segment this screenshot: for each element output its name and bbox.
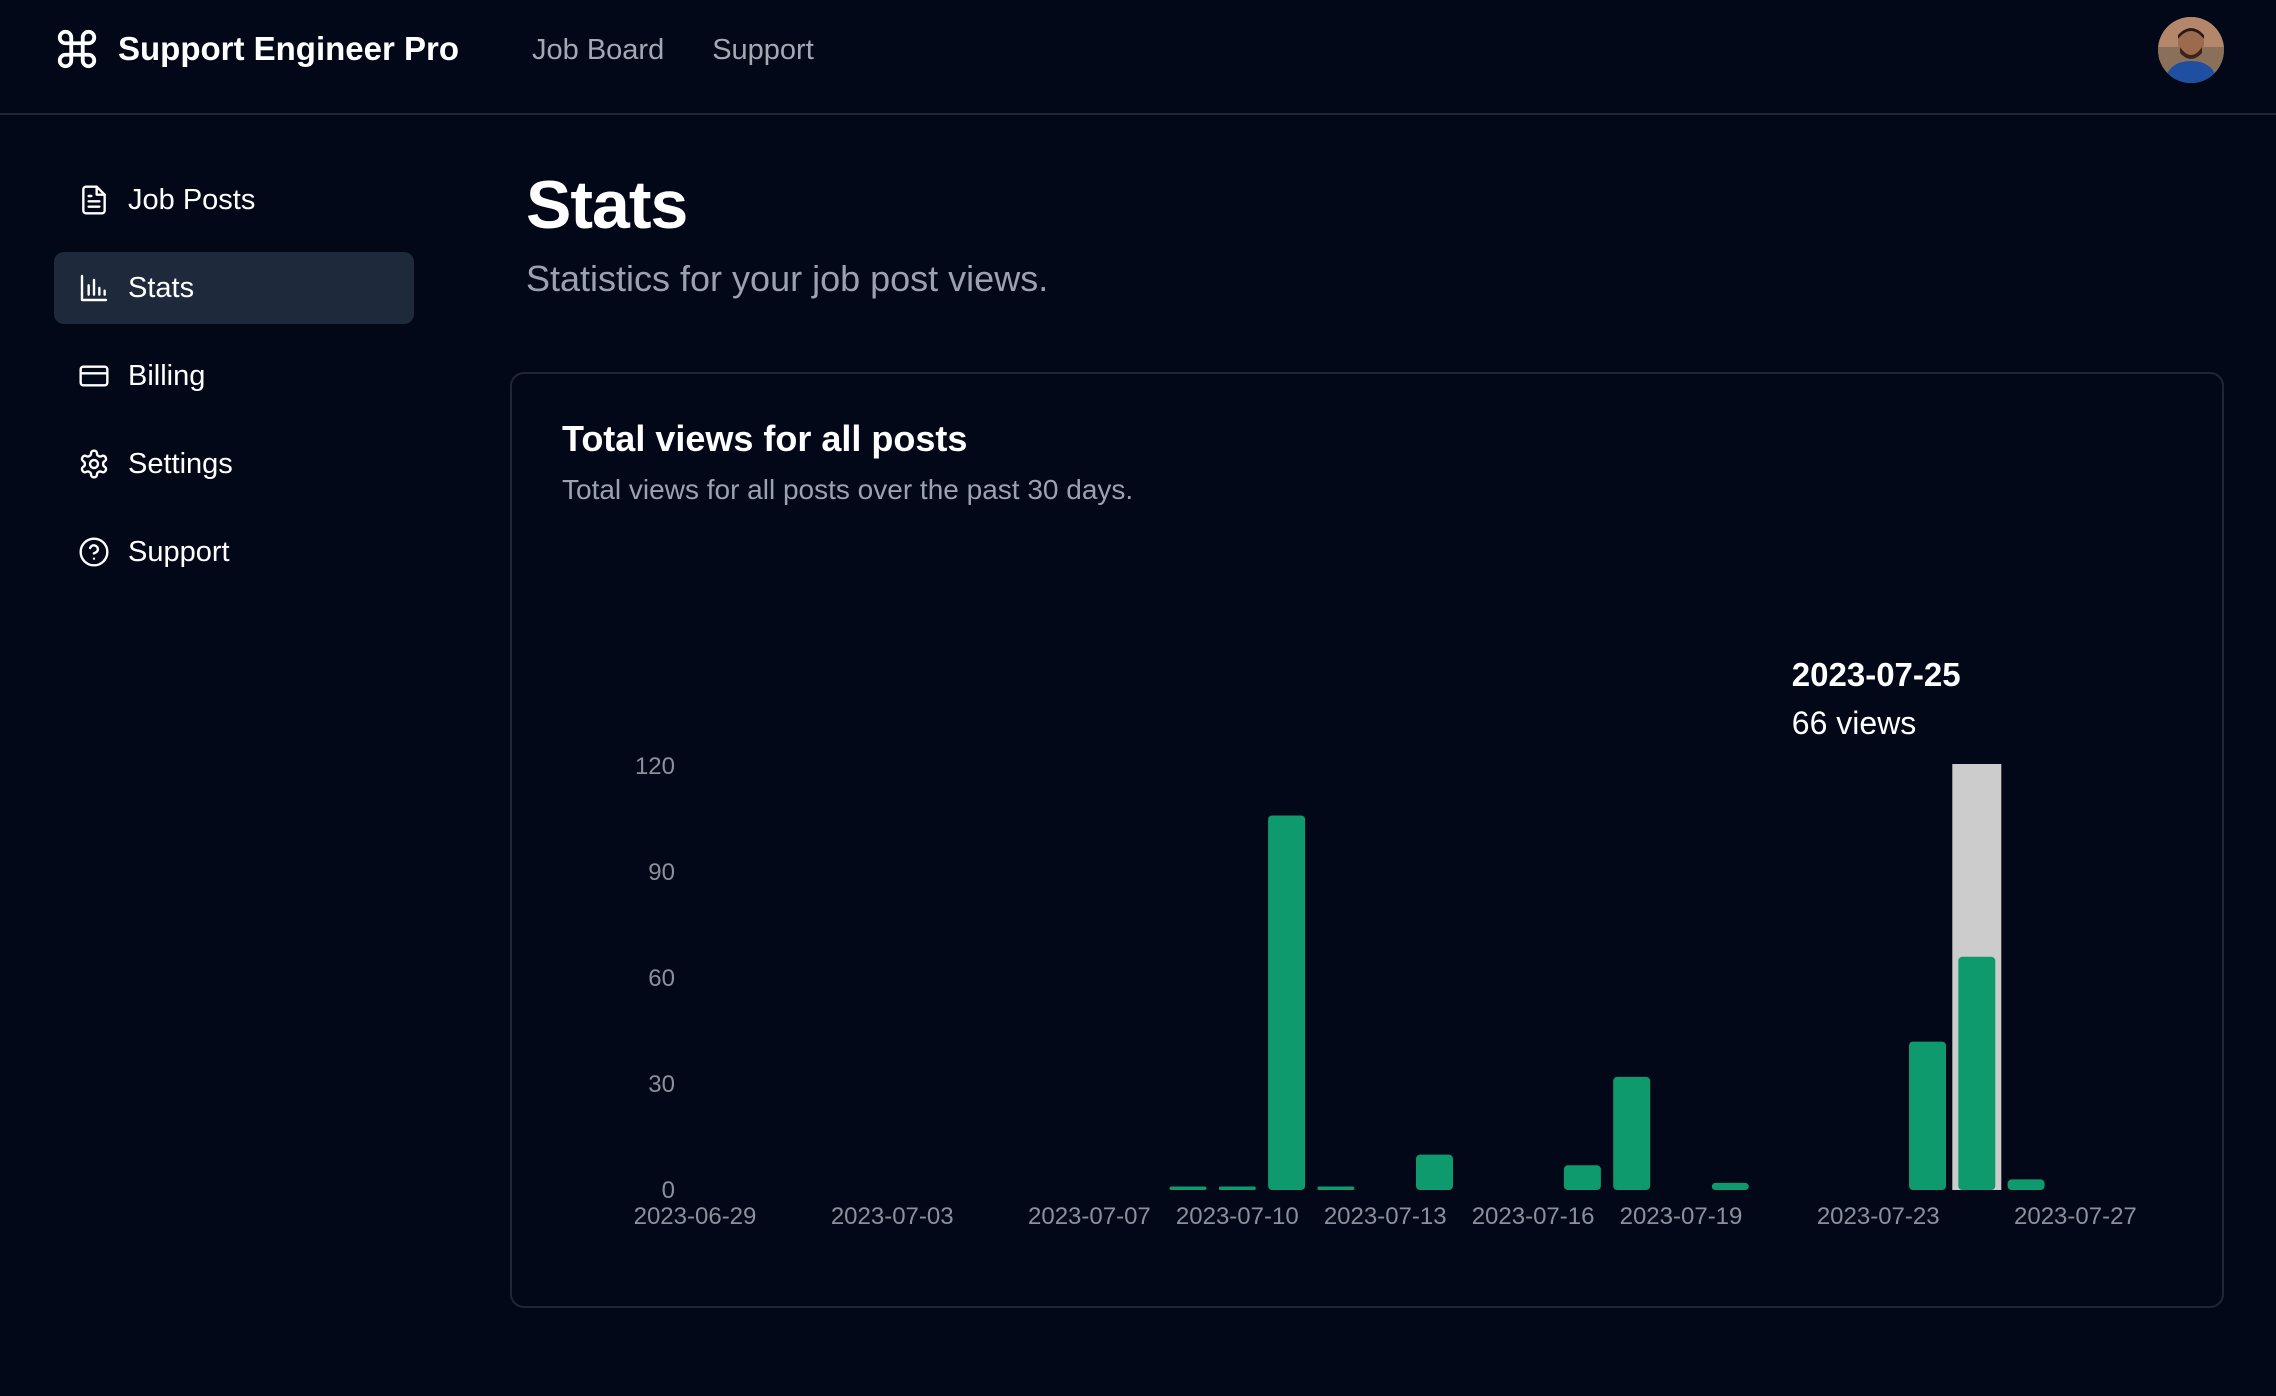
page-subtitle: Statistics for your job post views.	[526, 258, 1049, 299]
bar	[1317, 1186, 1355, 1190]
help-circle-icon	[79, 537, 109, 567]
sidebar: Job Posts Stats Billing Settings Support	[54, 164, 414, 604]
y-tick-label: 0	[662, 1177, 675, 1204]
bar	[1416, 1154, 1453, 1190]
sidebar-item-label: Support	[128, 535, 230, 568]
sidebar-item-support[interactable]: Support	[54, 516, 414, 588]
chart-card: Total views for all posts Total views fo…	[510, 372, 2224, 1308]
app-name: Support Engineer Pro	[118, 30, 460, 67]
bar	[1169, 1186, 1207, 1190]
x-tick-label: 2023-07-19	[1620, 1203, 1743, 1230]
page-title: Stats	[526, 167, 688, 243]
sidebar-item-label: Stats	[128, 271, 195, 304]
sidebar-item-billing[interactable]: Billing	[54, 340, 414, 412]
bar	[1613, 1076, 1651, 1190]
sidebar-item-label: Settings	[128, 447, 233, 480]
y-tick-label: 120	[635, 753, 675, 780]
bar-chart-icon	[80, 274, 108, 302]
sidebar-item-label: Billing	[128, 359, 206, 392]
y-tick-label: 30	[648, 1071, 675, 1098]
avatar[interactable]	[2158, 17, 2224, 83]
nav-job-board-link[interactable]: Job Board	[532, 34, 664, 67]
y-tick-label: 60	[648, 965, 675, 992]
bar	[1711, 1182, 1749, 1190]
sidebar-item-job-posts[interactable]: Job Posts	[54, 164, 414, 236]
x-tick-label: 2023-07-23	[1817, 1203, 1940, 1230]
user-photo	[2158, 17, 2224, 83]
y-tick-label: 90	[648, 859, 675, 886]
document-icon	[82, 185, 106, 215]
bar	[1909, 1041, 1946, 1190]
sidebar-item-stats[interactable]: Stats	[54, 252, 414, 324]
sidebar-item-label: Job Posts	[128, 183, 256, 216]
brand[interactable]: Support Engineer Pro	[54, 26, 459, 72]
tooltip-views: 66 views	[1792, 705, 1917, 741]
x-tick-label: 2023-07-03	[831, 1203, 954, 1230]
x-tick-label: 2023-07-07	[1028, 1203, 1151, 1230]
x-tick-label: 2023-07-27	[2014, 1203, 2137, 1230]
top-nav: Job Board Support	[532, 30, 862, 70]
tooltip-date: 2023-07-25	[1792, 656, 1961, 693]
x-tick-label: 2023-06-29	[634, 1203, 757, 1230]
credit-card-icon	[79, 365, 109, 387]
command-icon	[57, 29, 97, 69]
bar	[1958, 956, 1996, 1190]
bar	[1268, 815, 1306, 1190]
sidebar-item-settings[interactable]: Settings	[54, 428, 414, 500]
top-bar: Support Engineer Pro Job Board Support	[0, 0, 2276, 115]
bar	[1563, 1165, 1601, 1190]
bar	[2007, 1179, 2045, 1190]
x-tick-label: 2023-07-16	[1472, 1203, 1595, 1230]
gear-icon	[80, 449, 108, 479]
x-tick-label: 2023-07-13	[1324, 1203, 1447, 1230]
bar	[1218, 1186, 1256, 1190]
x-tick-label: 2023-07-10	[1176, 1203, 1299, 1230]
views-bar-chart[interactable]: 0 30 60 90 120 2023-06-29 2023-07-03 2023-07-07…	[512, 374, 2222, 1306]
nav-support-link[interactable]: Support	[712, 34, 814, 67]
